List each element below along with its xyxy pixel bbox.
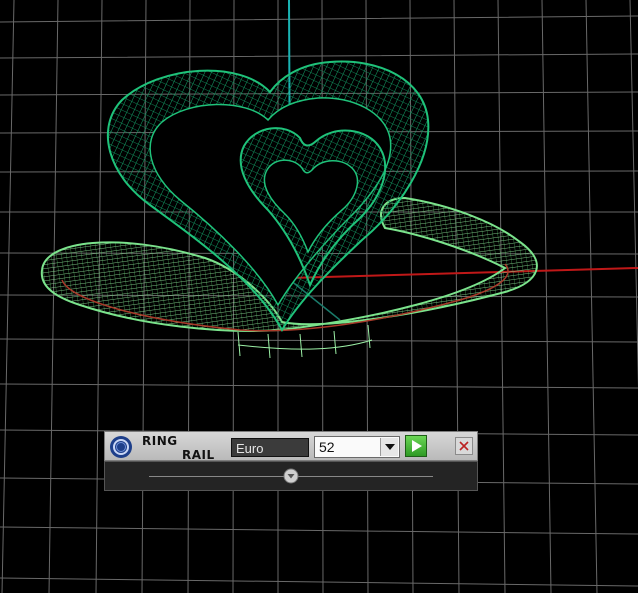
close-button[interactable] <box>455 437 473 455</box>
dropdown-button[interactable] <box>380 438 398 456</box>
ring-size-select[interactable]: 52 <box>314 436 400 458</box>
3d-viewport[interactable] <box>0 0 638 593</box>
panel-title-ring: RING <box>142 434 178 448</box>
slider-bar <box>104 461 478 491</box>
panel-title-rail: RAIL <box>182 448 215 462</box>
x-axis-line <box>289 267 638 279</box>
run-button[interactable] <box>405 435 427 457</box>
panel-header: RING RAIL Euro 52 <box>104 431 478 462</box>
size-standard-field[interactable]: Euro <box>231 438 309 457</box>
play-icon <box>412 440 422 452</box>
ring-rail-panel: RING RAIL Euro 52 <box>104 431 478 491</box>
ring-size-value: 52 <box>319 439 335 455</box>
slider-thumb-icon[interactable] <box>283 468 299 484</box>
close-icon <box>459 441 469 451</box>
ring-logo-icon <box>110 436 132 458</box>
chevron-down-icon <box>385 444 395 450</box>
